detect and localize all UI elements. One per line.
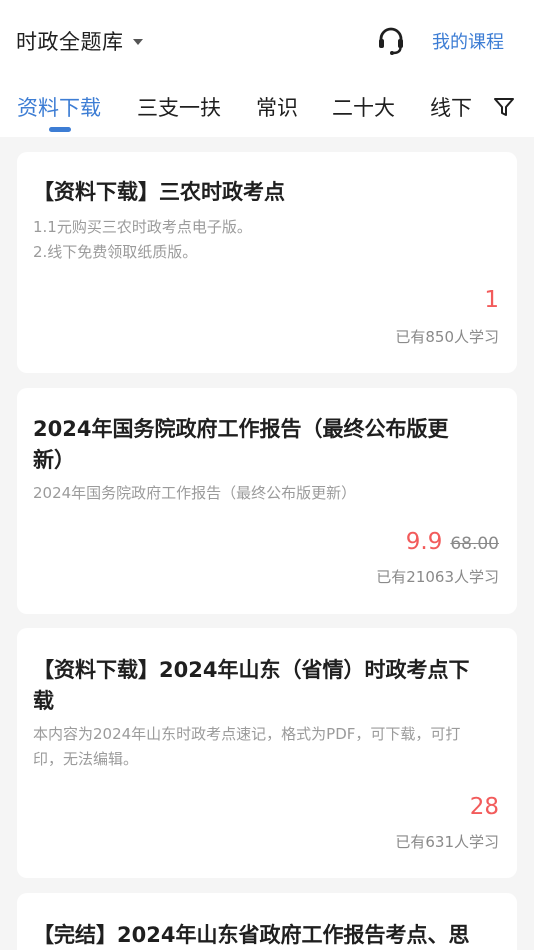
card-description: 本内容为2024年山东时政考点速记，格式为PDF，可下载，可打 印，无法编辑。: [33, 722, 493, 772]
card-description: 2024年国务院政府工作报告（最终公布版更新）: [33, 484, 357, 502]
card-description: 1.1元购买三农时政考点电子版。 2.线下免费领取纸质版。: [33, 215, 493, 265]
headset-icon[interactable]: [376, 26, 406, 56]
card-title: 【资料下载】2024年山东（省情）时政考点下 载: [33, 655, 477, 717]
card-description-line: 2.线下免费领取纸质版。: [33, 243, 198, 261]
tab-offline[interactable]: 线下: [430, 92, 472, 122]
category-tabs: 资料下载 三支一扶 常识 二十大 线下: [0, 80, 534, 137]
course-card[interactable]: 2024年国务院政府工作报告（最终公布版更 新） 2024年国务院政府工作报告（…: [17, 388, 517, 614]
question-bank-title: 时政全题库: [16, 30, 124, 54]
card-title: 【完结】2024年山东省政府工作报告考点、思: [33, 923, 470, 947]
price-block: 28: [470, 794, 499, 820]
learner-count: 已有850人学习: [395, 328, 499, 346]
price-block: 9.9 68.00: [406, 529, 499, 555]
learner-count: 已有21063人学习: [376, 568, 499, 586]
tab-materials-download[interactable]: 资料下载: [17, 92, 101, 122]
price-current: 28: [469, 794, 499, 820]
card-description-line: 1.1元购买三农时政考点电子版。: [33, 218, 252, 236]
tab-three-supports[interactable]: 三支一扶: [137, 92, 221, 122]
caret-down-icon: [132, 39, 143, 45]
card-title: 【资料下载】三农时政考点: [33, 180, 285, 204]
card-title-line: 载: [33, 689, 54, 713]
course-card[interactable]: 【资料下载】三农时政考点 1.1元购买三农时政考点电子版。 2.线下免费领取纸质…: [17, 152, 517, 373]
price-original: 68.00: [450, 534, 499, 554]
card-description-line: 本内容为2024年山东时政考点速记，格式为PDF，可下载，可打: [33, 725, 461, 743]
my-courses-link[interactable]: 我的课程: [432, 28, 504, 54]
top-bar: 时政全题库 我的课程: [0, 0, 534, 80]
tab-twentieth-congress[interactable]: 二十大: [332, 92, 395, 122]
course-card[interactable]: 【完结】2024年山东省政府工作报告考点、思: [17, 893, 517, 950]
card-title-line: 2024年国务院政府工作报告（最终公布版更: [33, 417, 449, 441]
card-description-line: 印，无法编辑。: [33, 750, 139, 768]
price-current: 9.9: [405, 529, 443, 555]
card-title: 2024年国务院政府工作报告（最终公布版更 新）: [33, 414, 477, 476]
tab-common-knowledge[interactable]: 常识: [256, 92, 298, 122]
card-title-line: 【资料下载】2024年山东（省情）时政考点下: [33, 658, 470, 682]
course-card[interactable]: 【资料下载】2024年山东（省情）时政考点下 载 本内容为2024年山东时政考点…: [17, 628, 517, 878]
price-current: 1: [484, 287, 499, 313]
filter-icon[interactable]: [493, 96, 515, 118]
price-block: 1: [484, 287, 499, 313]
active-tab-indicator: [49, 127, 71, 132]
card-title-line: 新）: [33, 448, 75, 472]
question-bank-selector[interactable]: 时政全题库: [16, 26, 143, 56]
learner-count: 已有631人学习: [395, 833, 499, 851]
